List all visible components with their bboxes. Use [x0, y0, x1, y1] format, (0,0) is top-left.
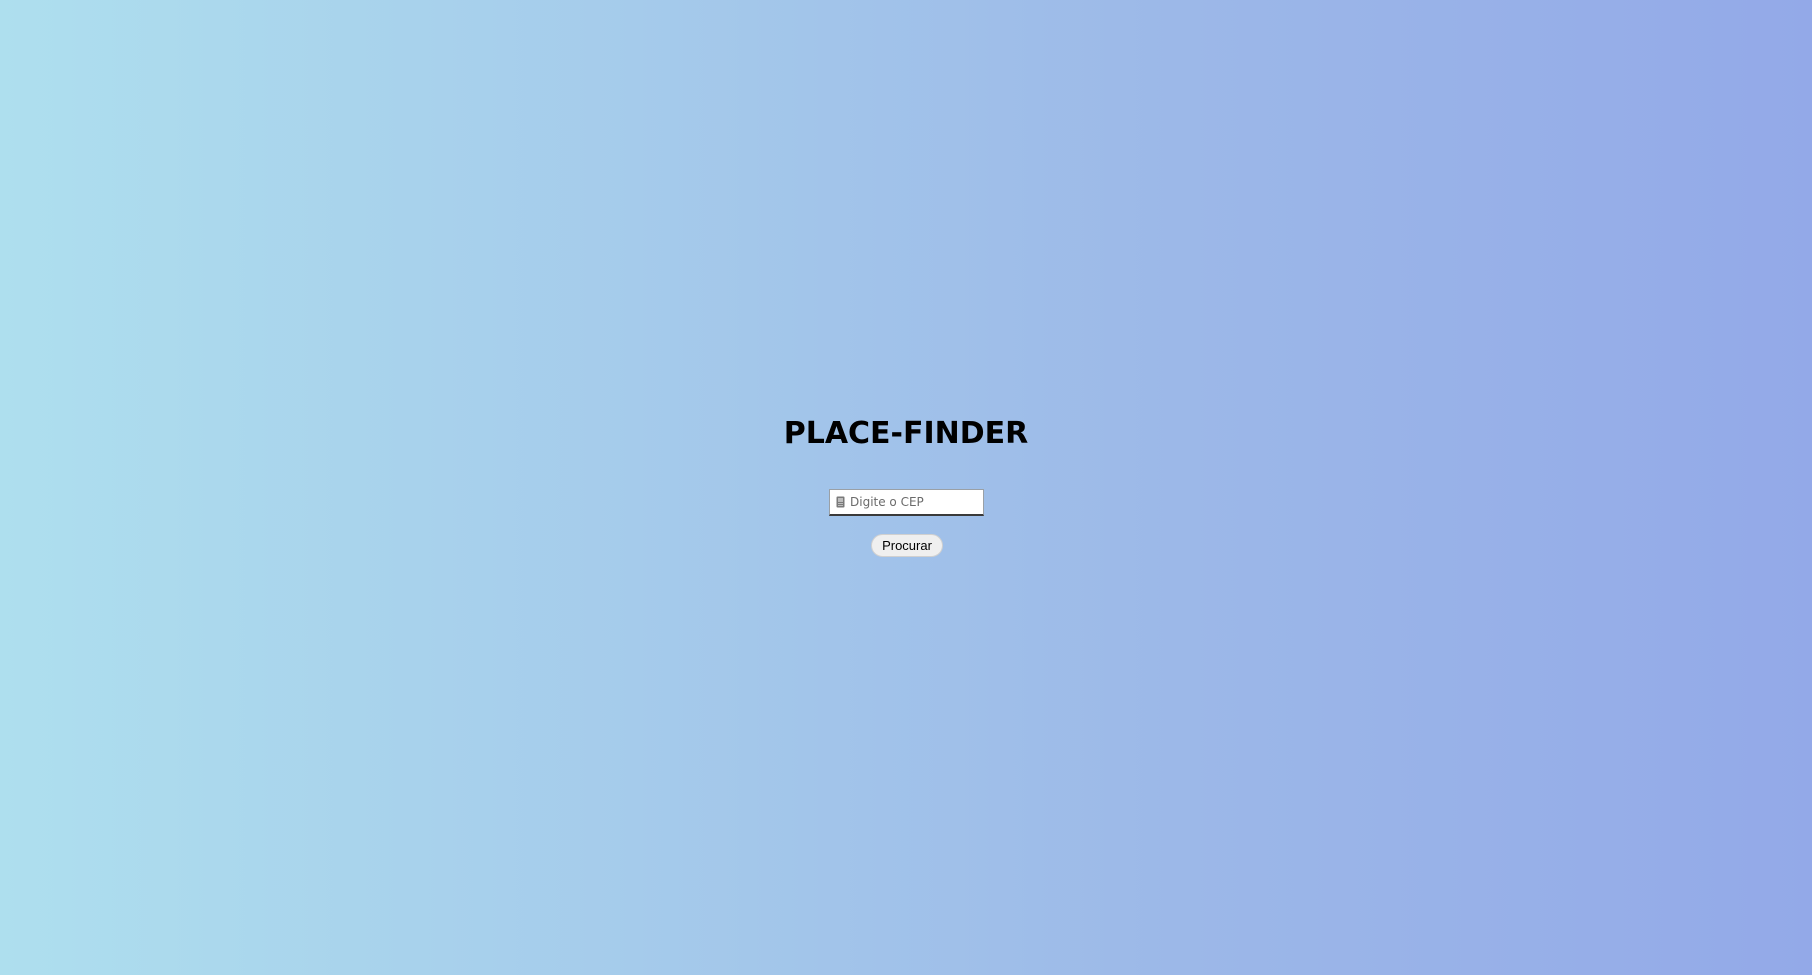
search-button[interactable]: Procurar	[871, 534, 943, 557]
location-pin-icon	[836, 496, 845, 508]
cep-search-field[interactable]	[829, 489, 984, 516]
page-title: PLACE-FINDER	[783, 416, 1029, 451]
page-container: PLACE-FINDER Procurar	[0, 0, 1812, 975]
cep-input[interactable]	[850, 492, 970, 512]
